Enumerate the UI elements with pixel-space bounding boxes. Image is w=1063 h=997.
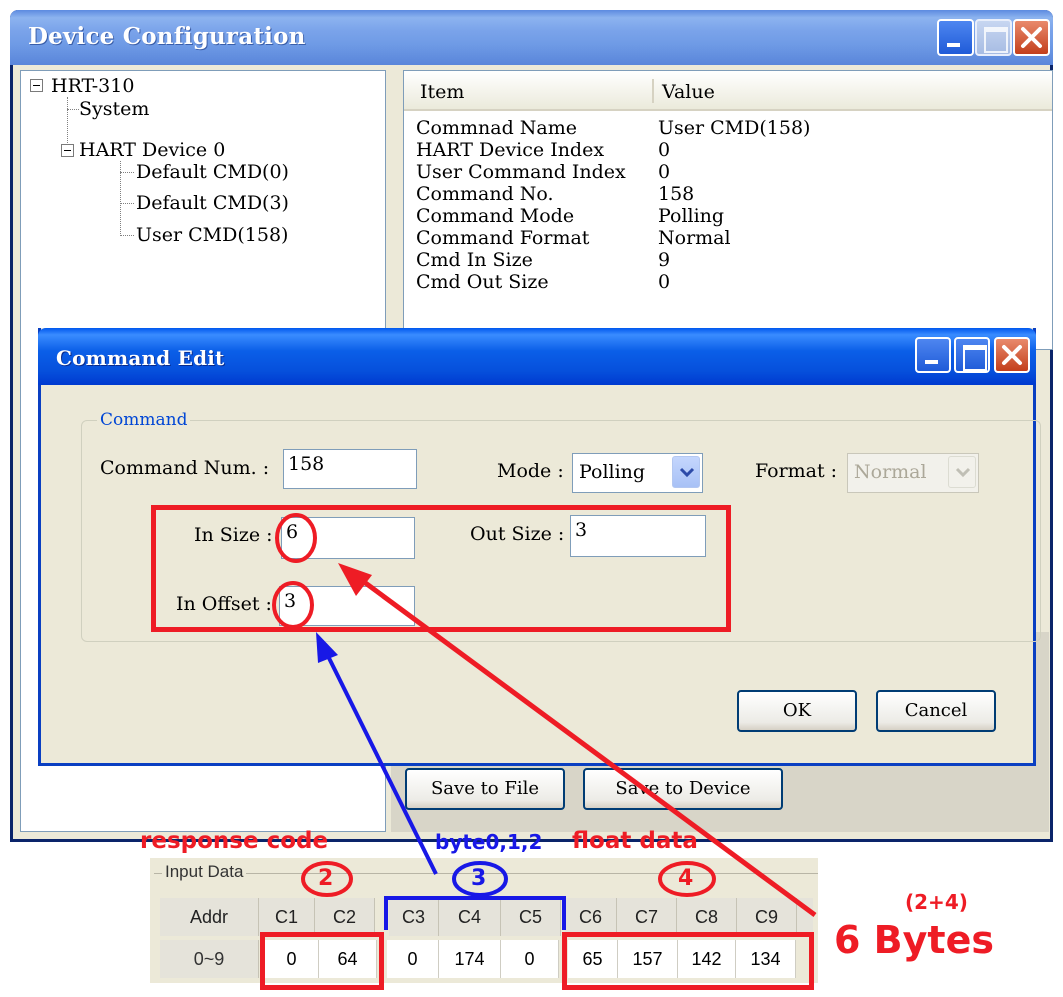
in-offset-highlight-circle — [272, 581, 314, 629]
annotation-float-data: float data — [572, 828, 698, 854]
callout-4-number: 4 — [678, 866, 694, 891]
callout-3-number: 3 — [471, 866, 487, 891]
annotation-six-bytes: 6 Bytes — [834, 918, 994, 962]
offset-arrow-line — [324, 651, 438, 875]
annotation-byte012: byte0,1,2 — [435, 830, 543, 854]
annotation-sum: (2+4) — [905, 890, 968, 914]
byte012-bracket — [384, 896, 566, 930]
annotation-response-code: response code — [140, 828, 329, 854]
in-size-highlight-circle — [275, 513, 317, 563]
size-arrowhead — [338, 563, 372, 596]
size-arrow-line — [354, 573, 817, 918]
offset-arrowhead — [316, 632, 338, 663]
callout-2-number: 2 — [318, 866, 334, 891]
